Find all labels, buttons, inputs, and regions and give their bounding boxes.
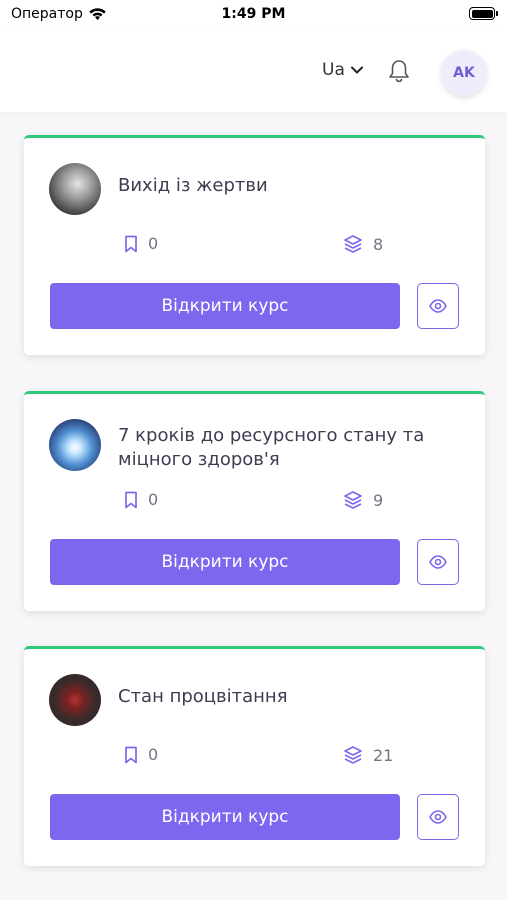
preview-button[interactable] [417,283,459,329]
bookmark-icon [125,491,137,508]
lessons-count: 9 [343,490,383,510]
course-thumbnail [49,674,101,726]
course-title: 7 кроків до ресурсного стану та міцного … [118,425,425,470]
lessons-count: 21 [343,745,393,765]
notification-bell-icon[interactable] [387,58,411,84]
layers-icon [344,491,362,509]
chevron-down-icon [350,66,363,74]
eye-icon [429,555,447,569]
saved-count-value: 0 [148,745,159,764]
open-course-button[interactable]: Відкрити курс [50,794,400,840]
saved-count: 0 [124,234,158,253]
course-card: Вихід із жертви 0 8 Відкрити курс [24,135,485,355]
eye-icon [429,810,447,824]
course-thumbnail [49,163,101,215]
saved-count-value: 0 [148,234,159,253]
course-title: Вихід із жертви [118,175,268,196]
layers-icon [344,746,362,764]
preview-button[interactable] [417,794,459,840]
bookmark-icon [125,235,137,252]
app-header: Ua AK [0,30,507,112]
lessons-count-value: 21 [373,745,394,765]
lessons-count-value: 8 [373,234,384,254]
language-label: Ua [322,60,345,80]
saved-count-value: 0 [148,490,159,509]
clock: 1:49 PM [221,6,286,22]
language-selector[interactable]: Ua [322,60,363,80]
saved-count: 0 [124,490,158,509]
battery-icon [469,7,498,20]
course-card: Стан процвітання 0 21 Відкрити курс [24,646,485,866]
preview-button[interactable] [417,539,459,585]
status-bar: Оператор 1:49 PM [0,0,507,30]
open-course-button[interactable]: Відкрити курс [50,539,400,585]
open-course-button[interactable]: Відкрити курс [50,283,400,329]
saved-count: 0 [124,745,158,764]
user-initials: AK [453,65,475,81]
user-avatar[interactable]: AK [441,50,487,96]
lessons-count: 8 [343,234,383,254]
layers-icon [344,235,362,253]
course-title: Стан процвітання [118,686,288,707]
course-thumbnail [49,419,101,471]
bookmark-icon [125,746,137,763]
lessons-count-value: 9 [373,490,384,510]
eye-icon [429,299,447,313]
course-card: 7 кроків до ресурсного стану та міцного … [24,391,485,611]
